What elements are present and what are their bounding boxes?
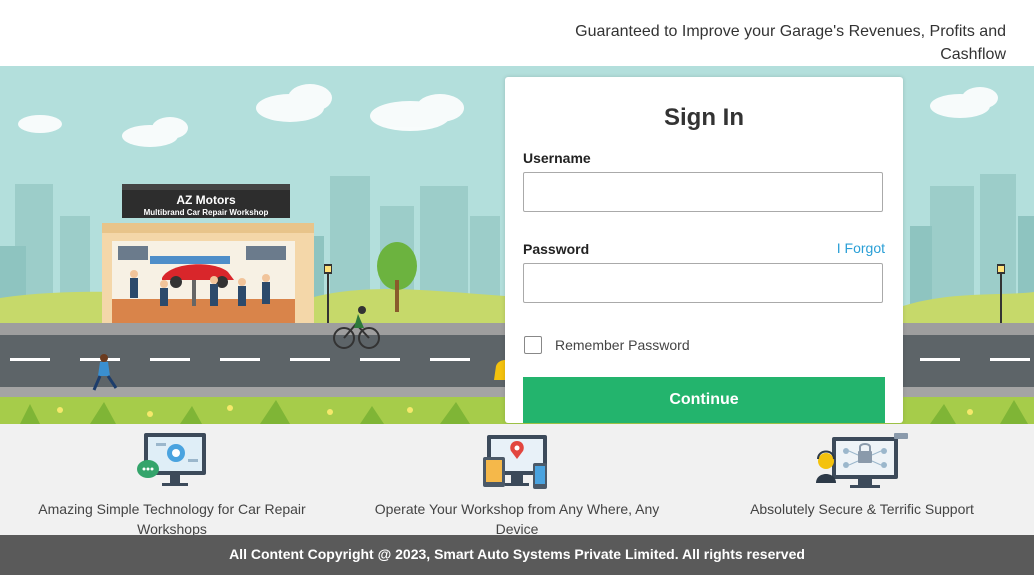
continue-button[interactable]: Continue	[523, 377, 885, 423]
multi-device-location-icon	[483, 435, 547, 489]
username-input[interactable]	[523, 172, 883, 212]
feature-text: Amazing Simple Technology for Car Repair…	[38, 501, 306, 537]
shop-name-sign: AZ Motors	[176, 193, 236, 207]
secure-support-icon	[816, 433, 908, 488]
forgot-password-link[interactable]: I Forgot	[837, 240, 885, 256]
feature-item: Amazing Simple Technology for Car Repair…	[22, 424, 322, 537]
password-label: Password	[523, 241, 590, 257]
monitor-chat-icon	[137, 433, 206, 486]
footer: All Content Copyright @ 2023, Smart Auto…	[0, 535, 1034, 575]
feature-text: Absolutely Secure & Terrific Support	[750, 501, 974, 517]
tagline: Guaranteed to Improve your Garage's Reve…	[575, 23, 1006, 63]
password-input[interactable]	[523, 263, 883, 303]
remember-password-checkbox[interactable]	[524, 336, 542, 354]
remember-password-label[interactable]: Remember Password	[555, 337, 690, 353]
signin-title: Sign In	[664, 104, 744, 131]
top-bar: Guaranteed to Improve your Garage's Reve…	[0, 0, 1034, 66]
feature-item: Absolutely Secure & Terrific Support	[712, 424, 1012, 535]
shop-subtitle-sign: Multibrand Car Repair Workshop	[144, 208, 269, 217]
features-strip: Amazing Simple Technology for Car Repair…	[0, 424, 1034, 537]
feature-item: Operate Your Workshop from Any Where, An…	[367, 424, 667, 537]
username-label: Username	[523, 150, 591, 166]
signin-card: Sign In Username Password I Forgot Remem…	[505, 77, 903, 423]
copyright-text: All Content Copyright @ 2023, Smart Auto…	[229, 546, 805, 562]
feature-text: Operate Your Workshop from Any Where, An…	[374, 501, 660, 537]
